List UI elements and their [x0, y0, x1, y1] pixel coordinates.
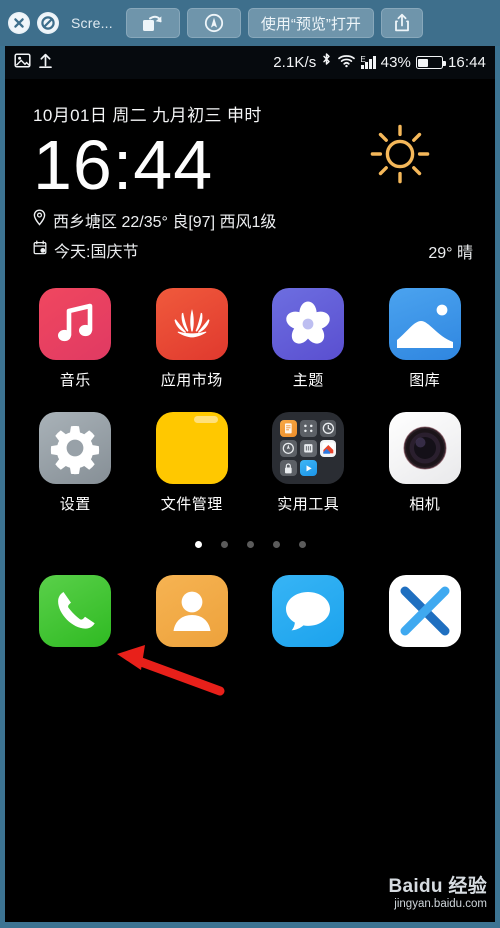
watermark: Baidu 经验 jingyan.baidu.com: [389, 876, 487, 912]
app-label: 设置: [59, 496, 91, 514]
app-label: 文件管理: [160, 496, 223, 514]
watermark-brand: Baidu 经验: [388, 876, 487, 898]
mini-icon-lock: [280, 459, 297, 477]
dock-item-contacts[interactable]: [134, 575, 251, 648]
huawei-logo-icon: [155, 288, 228, 361]
page-dot[interactable]: [220, 541, 228, 549]
mini-icon-recorder: [299, 440, 317, 457]
mini-icon-empty: [320, 460, 337, 477]
dock-item-phone[interactable]: [17, 575, 134, 648]
mini-icon-notes: [280, 420, 297, 438]
app-theme[interactable]: 主题: [250, 288, 367, 390]
app-music[interactable]: 音乐: [17, 288, 134, 390]
music-note-icon: [39, 288, 112, 361]
bluetooth-icon: [321, 52, 332, 73]
status-clock: 16:44: [447, 54, 486, 71]
quicklook-window: Scre... 使用“预览”打开 2.1K/s E 43% 16:44 10月0…: [0, 0, 500, 928]
screenshot-icon: [14, 52, 31, 74]
messages-icon: [272, 575, 345, 648]
calendar-icon: [33, 240, 47, 261]
festival-text: 今天:国庆节: [54, 244, 139, 262]
app-utility-folder[interactable]: 实用工具: [250, 412, 367, 514]
app-label: 图库: [409, 372, 441, 390]
home-grid-row-1: 音乐 应用市场 主题 图库: [5, 288, 495, 390]
location-pin-icon: [33, 209, 46, 231]
page-dot[interactable]: [194, 541, 202, 549]
page-dot[interactable]: [246, 541, 254, 549]
widget-weather-row: 西乡塘区 22/35° 良[97] 西风1级: [33, 208, 495, 232]
contacts-icon: [155, 575, 228, 648]
app-files[interactable]: 文件管理: [134, 412, 251, 514]
mini-icon-office: [319, 440, 337, 457]
quicklook-toolbar: Scre... 使用“预览”打开: [0, 0, 500, 46]
sun-icon: [369, 123, 431, 185]
battery-percent: 43%: [380, 54, 411, 71]
folder-icon: [155, 412, 228, 485]
app-label: 主题: [292, 372, 324, 390]
page-dot[interactable]: [298, 541, 306, 549]
markup-button[interactable]: [186, 8, 241, 38]
android-status-bar: 2.1K/s E 43% 16:44: [5, 46, 495, 79]
app-settings[interactable]: 设置: [17, 412, 134, 514]
x-app-icon: [388, 575, 461, 648]
close-icon[interactable]: [8, 12, 30, 34]
page-indicator: [5, 541, 495, 549]
page-dot[interactable]: [272, 541, 280, 549]
network-type-label: E: [360, 55, 366, 64]
current-temperature: 29° 晴: [428, 245, 473, 262]
wifi-icon: [337, 52, 356, 73]
dock: [5, 575, 495, 648]
mini-icon-clock: [319, 420, 337, 438]
network-speed: 2.1K/s: [273, 54, 317, 71]
phone-icon: [39, 575, 112, 648]
watermark-url: jingyan.baidu.com: [394, 898, 487, 911]
rotate-button[interactable]: [125, 8, 180, 38]
mini-icon-videoplayer: [299, 459, 317, 477]
gear-icon: [39, 412, 112, 485]
dock-item-messages[interactable]: [250, 575, 367, 648]
theme-flower-icon: [272, 288, 345, 361]
weather-summary: 西乡塘区 22/35° 良[97] 西风1级: [53, 214, 277, 232]
phone-screenshot: 2.1K/s E 43% 16:44 10月01日 周二 九月初三 申时 16:…: [5, 46, 495, 922]
window-title: Scre...: [71, 15, 113, 31]
dock-item-x[interactable]: [367, 575, 484, 648]
app-label: 应用市场: [160, 372, 223, 390]
app-gallery[interactable]: 图库: [367, 288, 484, 390]
mini-icon-compass: [280, 440, 297, 457]
upload-icon: [38, 52, 53, 74]
home-grid-row-2: 设置 文件管理 实用工具 相机: [5, 412, 495, 514]
app-camera[interactable]: 相机: [367, 412, 484, 514]
app-label: 相机: [409, 496, 441, 514]
gallery-image-icon: [388, 288, 461, 361]
battery-icon: [415, 56, 446, 69]
share-icon[interactable]: [380, 8, 423, 38]
app-folder-icon: [272, 412, 345, 485]
app-appmarket[interactable]: 应用市场: [134, 288, 251, 390]
block-icon[interactable]: [37, 12, 59, 34]
cellular-signal-icon: E: [360, 55, 376, 69]
app-label: 实用工具: [277, 496, 340, 514]
clock-weather-widget[interactable]: 10月01日 周二 九月初三 申时 16:44 西乡塘区 22/35° 良[97…: [5, 79, 495, 262]
app-label: 音乐: [59, 372, 91, 390]
widget-festival-row: 今天:国庆节: [33, 238, 495, 262]
mini-icon-calculator: [299, 420, 317, 438]
camera-lens-icon: [388, 412, 461, 485]
open-with-preview-button[interactable]: 使用“预览”打开: [247, 8, 374, 38]
